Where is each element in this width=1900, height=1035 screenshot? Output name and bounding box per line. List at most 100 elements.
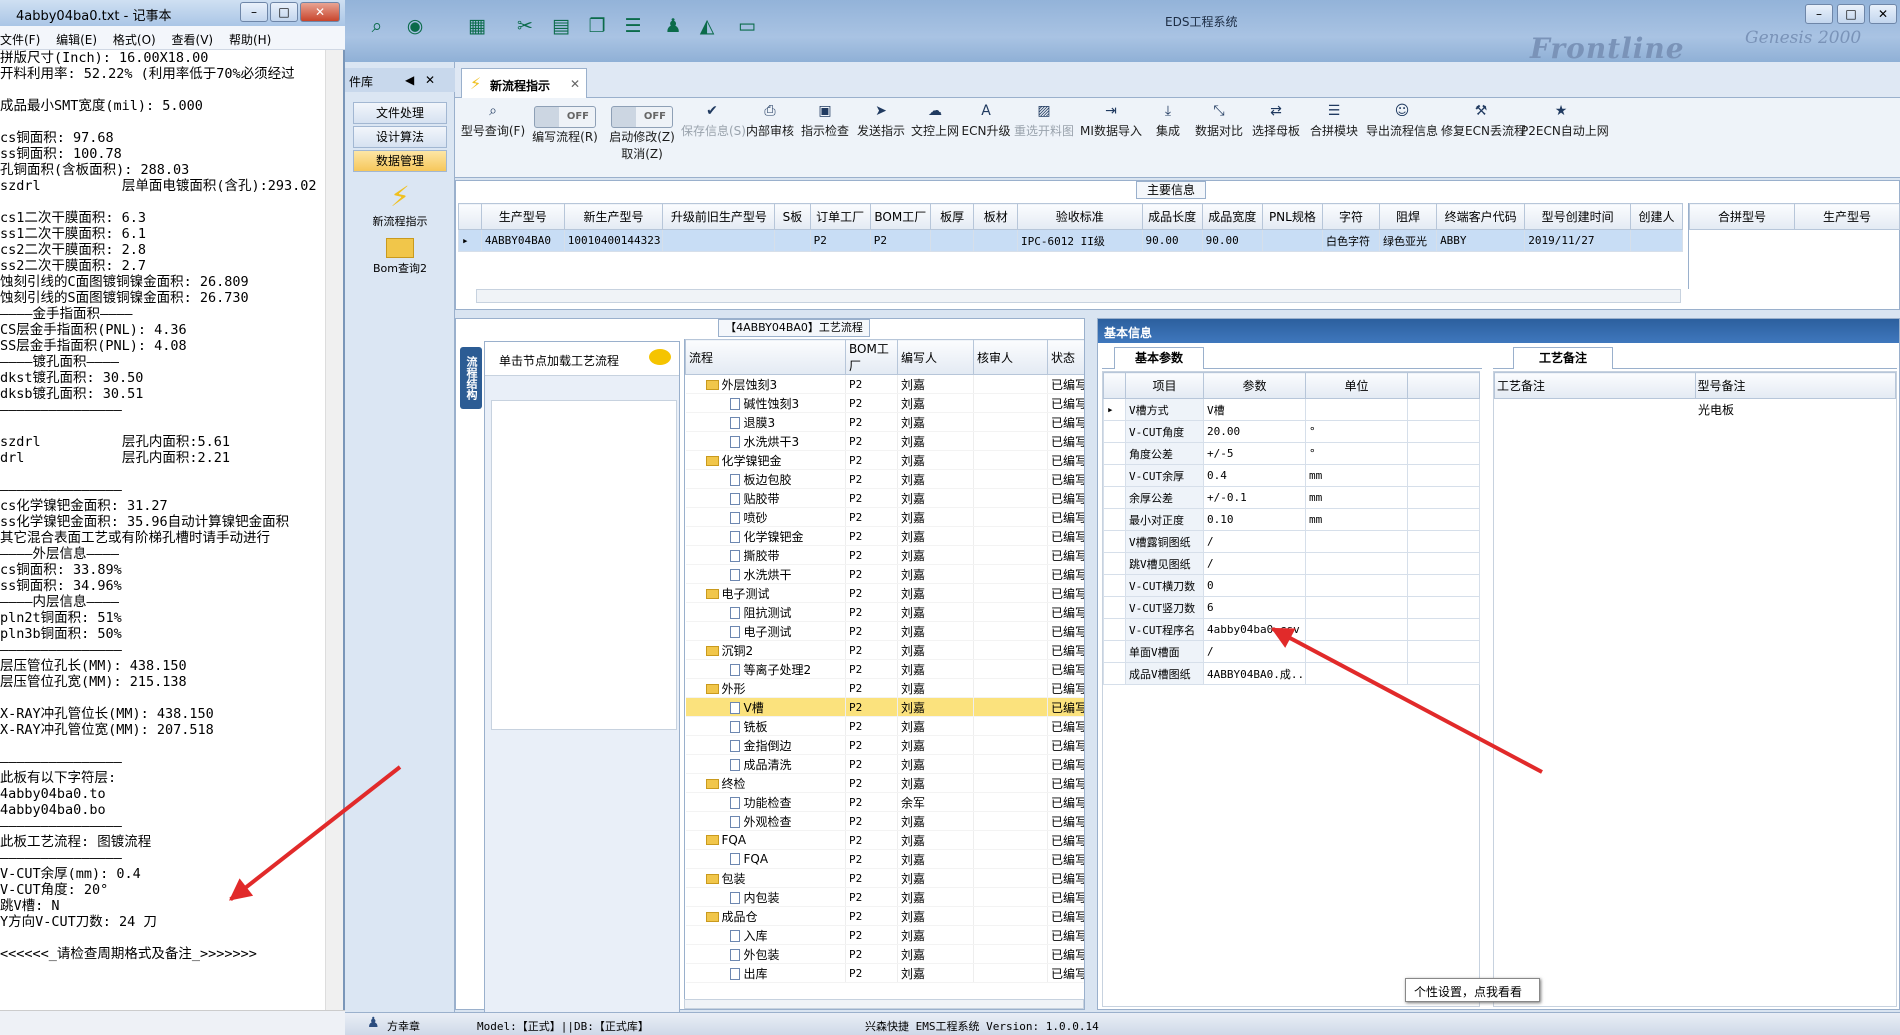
model-remark-cell[interactable]: 光电板	[1695, 399, 1896, 421]
param-name-cell[interactable]: V-CUT角度	[1125, 420, 1204, 443]
list-icon[interactable]: ☰	[621, 14, 645, 38]
param-row[interactable]: 角度公差 +/-5 °	[1103, 442, 1480, 465]
main-col-header[interactable]: BOM工厂	[869, 203, 931, 230]
param-value-cell[interactable]: /	[1203, 640, 1306, 663]
param-row[interactable]: 余厚公差 +/-0.1 mm	[1103, 486, 1480, 509]
param-value-cell[interactable]: /	[1203, 552, 1306, 575]
param-unit-cell[interactable]	[1305, 596, 1408, 619]
flow-row[interactable]: 退膜3 P2 刘嘉 已编写	[685, 412, 1084, 432]
flow-row[interactable]: 外包装 P2 刘嘉 已编写	[685, 944, 1084, 964]
ribbon-button-11[interactable]: ⤓ 集成	[1145, 98, 1191, 178]
param-name-cell[interactable]: 角度公差	[1125, 442, 1204, 465]
main-cell[interactable]: 2019/11/27	[1524, 229, 1632, 252]
param-row[interactable]: V-CUT余厚 0.4 mm	[1103, 464, 1480, 487]
flow-hscrollbar[interactable]	[684, 999, 1084, 1009]
main-col-header[interactable]: 阻焊	[1379, 203, 1438, 230]
app-close-button[interactable]: ✕	[1869, 4, 1897, 24]
flow-row[interactable]: 等离子处理2 P2 刘嘉 已编写	[685, 659, 1084, 679]
param-unit-cell[interactable]: °	[1305, 442, 1408, 465]
copy-icon[interactable]: ❐	[585, 14, 609, 38]
ribbon-button-5[interactable]: ▣ 指示检查	[797, 98, 853, 178]
param-row[interactable]: V-CUT角度 20.00 °	[1103, 420, 1480, 443]
param-value-cell[interactable]: +/-5	[1203, 442, 1306, 465]
user-icon[interactable]: ♟	[661, 14, 685, 38]
main-col-header[interactable]: 成品长度	[1141, 203, 1203, 230]
col-status[interactable]: 状态	[1047, 339, 1084, 375]
main-col-header[interactable]: 字符	[1321, 203, 1381, 230]
main-col-header[interactable]: PNL规格	[1261, 203, 1323, 230]
main-cell[interactable]: 4ABBY04BA0	[480, 229, 565, 252]
param-value-cell[interactable]: 4ABBY04BA0.成...	[1203, 662, 1306, 685]
ribbon-button-1[interactable]: OFF 编写流程(R)	[527, 98, 603, 178]
main-col-header[interactable]: 订单工厂	[809, 203, 871, 230]
app-maximize-button[interactable]: □	[1837, 4, 1865, 24]
flow-row[interactable]: 外观检查 P2 刘嘉 已编写	[685, 811, 1084, 831]
param-name-cell[interactable]: V-CUT余厚	[1125, 464, 1204, 487]
param-value-cell[interactable]: 0	[1203, 574, 1306, 597]
ribbon-button-14[interactable]: ☰ 合拼模块	[1305, 98, 1363, 178]
ribbon-button-8[interactable]: A ECN升级	[961, 98, 1011, 178]
flow-row[interactable]: FQA P2 刘嘉 已编写	[685, 849, 1084, 869]
menu-edit[interactable]: 编辑(E)	[56, 33, 97, 47]
ribbon-button-6[interactable]: ➤ 发送指示	[853, 98, 909, 178]
param-name-cell[interactable]: V-CUT横刀数	[1125, 574, 1204, 597]
flow-row[interactable]: 化学镍钯金 P2 刘嘉 已编写	[685, 526, 1084, 546]
param-name-cell[interactable]: 最小对正度	[1125, 508, 1204, 531]
close-tab-icon[interactable]: ✕	[570, 77, 580, 91]
flow-row[interactable]: 电子测试 P2 刘嘉 已编写	[685, 583, 1084, 603]
grid-icon[interactable]: ▦	[465, 14, 489, 38]
param-unit-cell[interactable]: mm	[1305, 464, 1408, 487]
param-unit-cell[interactable]: °	[1305, 420, 1408, 443]
main-col-header[interactable]: 成品宽度	[1201, 203, 1263, 230]
col-process-remark[interactable]: 工艺备注	[1494, 372, 1696, 399]
main-cell[interactable]	[973, 229, 1019, 252]
ribbon-button-7[interactable]: ☁ 文控上网	[909, 98, 961, 178]
param-value-cell[interactable]: 0.10	[1203, 508, 1306, 531]
param-unit-cell[interactable]	[1305, 398, 1408, 421]
ribbon-button-16[interactable]: ⚒ 修复ECN丢流程	[1441, 98, 1526, 178]
flow-row[interactable]: 包装 P2 刘嘉 已编写	[685, 868, 1084, 888]
param-row[interactable]: 最小对正度 0.10 mm	[1103, 508, 1480, 531]
flow-row[interactable]: 外层蚀刻3 P2 刘嘉 已编写	[685, 374, 1084, 394]
col-model-remark[interactable]: 型号备注	[1694, 372, 1896, 399]
main-cell[interactable]: 白色字符	[1321, 229, 1381, 252]
main-cell[interactable]	[774, 229, 811, 252]
param-name-cell[interactable]: V-CUT竖刀数	[1125, 596, 1204, 619]
nav-data-management[interactable]: 数据管理	[353, 150, 447, 172]
param-name-cell[interactable]: V槽露铜图纸	[1125, 530, 1204, 553]
flow-row[interactable]: 电子测试 P2 刘嘉 已编写	[685, 621, 1084, 641]
param-name-cell[interactable]: 单面V槽面	[1125, 640, 1204, 663]
settings-tooltip[interactable]: 个性设置，点我看看	[1405, 978, 1540, 1002]
chart-icon[interactable]: ◭	[695, 14, 719, 38]
menu-format[interactable]: 格式(O)	[113, 33, 156, 47]
flow-structure-tab[interactable]: 流程结构	[460, 347, 482, 409]
col-author[interactable]: 编写人	[897, 339, 974, 375]
param-value-cell[interactable]: 6	[1203, 596, 1306, 619]
prev-arrow-icon[interactable]: ◀	[405, 73, 414, 87]
param-value-cell[interactable]: /	[1203, 530, 1306, 553]
param-unit-cell[interactable]	[1305, 530, 1408, 553]
ribbon-button-13[interactable]: ⇄ 选择母板	[1247, 98, 1305, 178]
maximize-button[interactable]: □	[270, 2, 298, 22]
col-reviewer[interactable]: 核审人	[973, 339, 1048, 375]
main-cell[interactable]: P2	[809, 229, 871, 252]
param-unit-cell[interactable]: mm	[1305, 486, 1408, 509]
main-cell[interactable]: 绿色亚光	[1379, 229, 1438, 252]
main-col-header[interactable]: 板材	[973, 203, 1019, 230]
ribbon-button-0[interactable]: ⌕ 型号查询(F)	[459, 98, 527, 178]
search-icon[interactable]: ⌕	[365, 14, 389, 38]
monitor-icon[interactable]: ▭	[735, 14, 759, 38]
flow-row[interactable]: 出库 P2 刘嘉 已编写	[685, 963, 1084, 983]
main-col-header[interactable]: 新生产型号	[563, 203, 664, 230]
main-cell[interactable]	[1630, 229, 1683, 252]
param-name-cell[interactable]: 跳V槽见图纸	[1125, 552, 1204, 575]
notepad-scrollbar[interactable]	[325, 50, 343, 1010]
main-cell[interactable]: ABBY	[1436, 229, 1526, 252]
nav-bom-query[interactable]: Bom查询2	[345, 232, 455, 276]
flow-row[interactable]: FQA P2 刘嘉 已编写	[685, 830, 1084, 850]
main-col-header[interactable]: 验收标准	[1017, 203, 1143, 230]
menu-file[interactable]: 文件(F)	[0, 33, 40, 47]
nav-file-processing[interactable]: 文件处理	[353, 102, 447, 124]
flow-row[interactable]: 成品清洗 P2 刘嘉 已编写	[685, 754, 1084, 774]
ribbon-button-12[interactable]: ⤡ 数据对比	[1191, 98, 1247, 178]
